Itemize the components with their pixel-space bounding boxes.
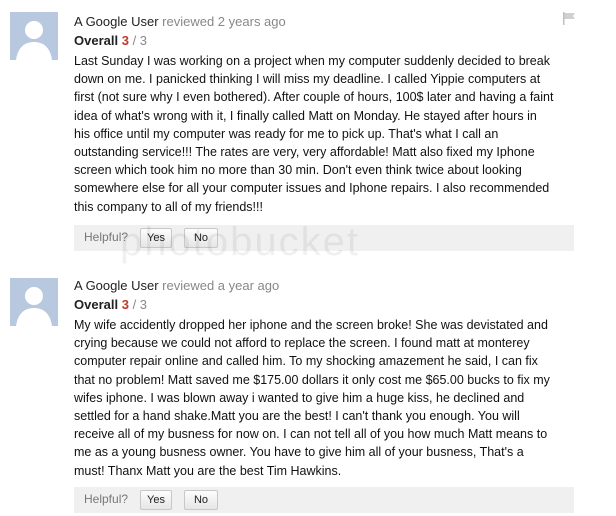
overall-label: Overall <box>74 33 119 48</box>
author-name[interactable]: A Google User <box>74 278 159 293</box>
review-line: My wife accidently dropped her iphone an… <box>74 318 548 332</box>
rating-max: / 3 <box>132 33 148 48</box>
helpful-yes-button[interactable]: Yes <box>140 490 172 510</box>
review-line: somewhere else for all your computer iss… <box>74 181 550 196</box>
review-date: reviewed a year ago <box>162 278 280 293</box>
review-line: computer repair online and called him. T… <box>74 354 538 369</box>
review-line: must! Thanx Matt you are the best Tim Ha… <box>74 463 342 478</box>
review-line: this company to all of my friends!!! <box>74 199 263 214</box>
helpful-no-button[interactable]: No <box>184 490 218 510</box>
flag-icon[interactable] <box>562 12 576 25</box>
review-header: A Google User reviewed 2 years ago <box>74 14 286 29</box>
review-text: Last Sunday I was working on a project w… <box>74 52 584 216</box>
review-line: down on me. I panicked thinking I will m… <box>74 72 541 87</box>
review-line: his office until my computer was ready f… <box>74 126 499 141</box>
helpful-bar: Helpful? Yes No <box>74 225 574 251</box>
review-line: screen which took him no more than 30 mi… <box>74 163 522 178</box>
rating-score: 3 <box>121 297 129 312</box>
helpful-yes-button[interactable]: Yes <box>140 228 172 248</box>
review-line: receive all of my busness for now on. I … <box>74 427 548 442</box>
overall-label: Overall <box>74 297 119 312</box>
avatar <box>10 12 58 60</box>
review-line: idea of what's wrong with it, I finally … <box>74 108 537 123</box>
rating-max: / 3 <box>132 297 148 312</box>
avatar <box>10 278 58 326</box>
overall-rating: Overall 3 / 3 <box>74 297 147 312</box>
review-line: wifes iphone. I was blown away i wanted … <box>74 390 525 405</box>
review-header: A Google User reviewed a year ago <box>74 278 279 293</box>
helpful-label: Helpful? <box>84 230 129 244</box>
rating-score: 3 <box>121 33 129 48</box>
review-date: reviewed 2 years ago <box>162 14 286 29</box>
review-line: outstanding service!!! The rates are ver… <box>74 145 535 160</box>
review-line: that no problem! Matt saved me $175.00 d… <box>74 372 550 387</box>
review-line: Last Sunday I was working on a project w… <box>74 54 550 68</box>
review-line: me as a young busness owner. You have to… <box>74 445 524 460</box>
author-name[interactable]: A Google User <box>74 14 159 29</box>
review-line: settled for a hand shake.Matt you are th… <box>74 409 520 424</box>
helpful-no-button[interactable]: No <box>184 228 218 248</box>
user-silhouette-icon <box>10 278 58 326</box>
helpful-label: Helpful? <box>84 492 129 506</box>
review-line: crying because we could not afford to re… <box>74 336 530 351</box>
review-text: My wife accidently dropped her iphone an… <box>74 316 584 480</box>
user-silhouette-icon <box>10 12 58 60</box>
overall-rating: Overall 3 / 3 <box>74 33 147 48</box>
review-line: first (not sure why I even bothered). Af… <box>74 90 554 105</box>
helpful-bar: Helpful? Yes No <box>74 487 574 513</box>
